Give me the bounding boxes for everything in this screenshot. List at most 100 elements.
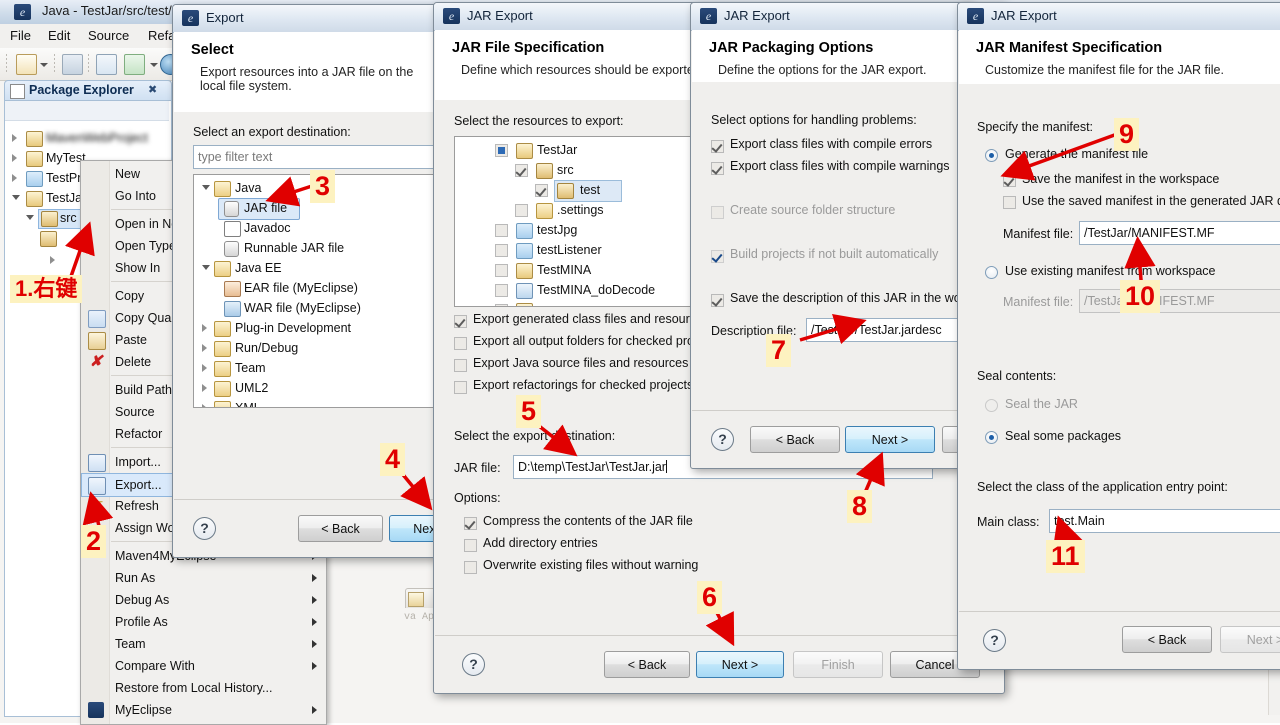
package-explorer-tab-label: Package Explorer bbox=[29, 83, 134, 97]
annotation-9: 9 bbox=[1114, 118, 1140, 151]
run-icon[interactable] bbox=[124, 54, 145, 75]
manifest-dialog-body: Specify the manifest: Generate the manif… bbox=[959, 84, 1280, 612]
jar-manifest-specification-dialog[interactable]: e JAR Export JAR Manifest Specification … bbox=[957, 2, 1280, 670]
menu-item-profile-as[interactable]: Profile As bbox=[82, 611, 325, 633]
menu-item-compare-with[interactable]: Compare With bbox=[82, 655, 325, 677]
annotation-7: 7 bbox=[766, 334, 792, 367]
main-class-label: Main class: bbox=[977, 515, 1040, 529]
help-icon[interactable]: ? bbox=[193, 517, 216, 540]
checkbox-label: Export class files with compile warnings bbox=[730, 159, 950, 173]
annotation-1: 1.右键 bbox=[10, 275, 83, 303]
export-dialog-titlebar[interactable]: e Export bbox=[173, 5, 438, 33]
annotation-2: 2 bbox=[81, 525, 107, 558]
export-dialog-header: Select Export resources into a JAR file … bbox=[174, 32, 437, 113]
tree-label: TestMINA_doDecode bbox=[537, 283, 656, 297]
refresh-icon: ↺ bbox=[90, 498, 102, 513]
menu-source[interactable]: Source bbox=[88, 28, 129, 43]
manifest-file-label-2: Manifest file: bbox=[1003, 295, 1074, 309]
external-tools-icon[interactable] bbox=[96, 54, 117, 75]
jar-packaging-options-dialog[interactable]: e JAR Export JAR Packaging Options Defin… bbox=[690, 2, 1032, 469]
back-button[interactable]: < Back bbox=[604, 651, 690, 678]
packaging-dialog-titlebar[interactable]: e JAR Export bbox=[691, 3, 971, 31]
tree-label: Java EE bbox=[235, 261, 282, 275]
back-button[interactable]: < Back bbox=[1122, 626, 1212, 653]
help-icon[interactable]: ? bbox=[462, 653, 485, 676]
tree-label: EAR file (MyEclipse) bbox=[244, 281, 358, 295]
checkbox-label: Compress the contents of the JAR file bbox=[483, 514, 693, 528]
tree-label: UML2 bbox=[235, 381, 269, 395]
import-icon bbox=[88, 454, 106, 472]
save-icon[interactable] bbox=[62, 54, 83, 75]
tree-label: testListener bbox=[537, 243, 602, 257]
finish-button: Finish bbox=[793, 651, 883, 678]
main-class-input[interactable]: test.Main bbox=[1049, 509, 1280, 533]
next-button[interactable]: Next > bbox=[845, 426, 935, 453]
dialog-app-icon: e bbox=[182, 10, 199, 26]
page-title: JAR File Specification bbox=[452, 40, 605, 56]
eclipse-app-icon: e bbox=[14, 4, 31, 20]
export-dialog-body: Select an export destination: type filte… bbox=[174, 112, 495, 500]
new-dropdown-icon[interactable] bbox=[40, 63, 48, 67]
menu-item-team[interactable]: Team bbox=[82, 633, 325, 655]
checkbox-label: Export all output folders for checked pr… bbox=[473, 334, 720, 348]
destination-label: Select an export destination: bbox=[193, 125, 351, 139]
help-icon[interactable]: ? bbox=[711, 428, 734, 451]
tree-label: WAR file (MyEclipse) bbox=[244, 301, 361, 315]
tree-label: Run/Debug bbox=[235, 341, 299, 355]
close-icon[interactable]: ✖ bbox=[148, 83, 157, 96]
checkbox-label: Overwrite existing files without warning bbox=[483, 558, 699, 572]
checkbox-label: Add directory entries bbox=[483, 536, 598, 550]
dialog-app-icon: e bbox=[967, 8, 984, 24]
tree-label: Java bbox=[235, 181, 262, 195]
back-button[interactable]: < Back bbox=[750, 426, 840, 453]
manifest-file-input[interactable]: /TestJar/MANIFEST.MF bbox=[1079, 221, 1280, 245]
tree-label: src bbox=[60, 211, 77, 225]
seal-contents-label: Seal contents: bbox=[977, 369, 1057, 383]
next-button: Next > bbox=[1220, 626, 1280, 653]
page-title: Select bbox=[191, 42, 234, 58]
help-icon[interactable]: ? bbox=[983, 629, 1006, 652]
menu-file[interactable]: File bbox=[10, 28, 31, 43]
next-button[interactable]: Next > bbox=[696, 651, 784, 678]
packaging-dialog-title: JAR Export bbox=[724, 8, 790, 23]
page-title: JAR Manifest Specification bbox=[976, 40, 1163, 56]
radio-label: Seal the JAR bbox=[1005, 397, 1078, 411]
manifest-file-input-2: /TestJar/MANIFEST.MF bbox=[1079, 289, 1280, 313]
annotation-6: 6 bbox=[697, 581, 723, 614]
page-subtitle: Customize the manifest file for the JAR … bbox=[985, 63, 1224, 77]
page-subtitle: Define the options for the JAR export. bbox=[718, 63, 927, 77]
options-label: Options: bbox=[454, 491, 501, 505]
annotation-8: 8 bbox=[847, 490, 873, 523]
dialog-app-icon: e bbox=[443, 8, 460, 24]
menu-edit[interactable]: Edit bbox=[48, 28, 70, 43]
manifest-dialog-titlebar[interactable]: e JAR Export bbox=[958, 3, 1280, 31]
menu-item-debug-as[interactable]: Debug As bbox=[82, 589, 325, 611]
java-file-icon bbox=[408, 592, 424, 607]
spec-dialog-title: JAR Export bbox=[467, 8, 533, 23]
page-title: JAR Packaging Options bbox=[709, 40, 874, 56]
dialog-app-icon: e bbox=[700, 8, 717, 24]
run-dropdown-icon[interactable] bbox=[150, 63, 158, 67]
tree-label: Runnable JAR file bbox=[244, 241, 345, 255]
package-explorer-tab[interactable]: Package Explorer ✖ bbox=[4, 80, 172, 101]
export-destination-label: Select the export destination: bbox=[454, 429, 616, 443]
delete-icon: ✘ bbox=[89, 353, 103, 370]
spec-dialog-footer: ? < Back Next > Finish Cancel bbox=[435, 635, 1003, 692]
menu-item-restore-from-local-history[interactable]: Restore from Local History... bbox=[82, 677, 325, 699]
menu-item-run-as[interactable]: Run As bbox=[82, 567, 325, 589]
annotation-11: 11 bbox=[1046, 540, 1085, 573]
jar-file-label: JAR file: bbox=[454, 461, 501, 475]
package-explorer-toolstrip bbox=[5, 101, 169, 121]
checkbox-label: Build projects if not built automaticall… bbox=[730, 247, 939, 261]
back-button[interactable]: < Back bbox=[298, 515, 383, 542]
checkbox-label: Export class files with compile errors bbox=[730, 137, 933, 151]
tree-label: TestMINA bbox=[537, 263, 592, 277]
tree-label: XML bbox=[235, 401, 261, 408]
paste-icon bbox=[88, 332, 106, 350]
specify-manifest-label: Specify the manifest: bbox=[977, 120, 1094, 134]
package-explorer-icon bbox=[10, 84, 25, 99]
manifest-file-label: Manifest file: bbox=[1003, 227, 1074, 241]
menu-item-myeclipse[interactable]: MyEclipse bbox=[82, 699, 325, 721]
new-icon[interactable] bbox=[16, 54, 37, 75]
packaging-dialog-body: Select options for handling problems: Ex… bbox=[692, 82, 1006, 411]
